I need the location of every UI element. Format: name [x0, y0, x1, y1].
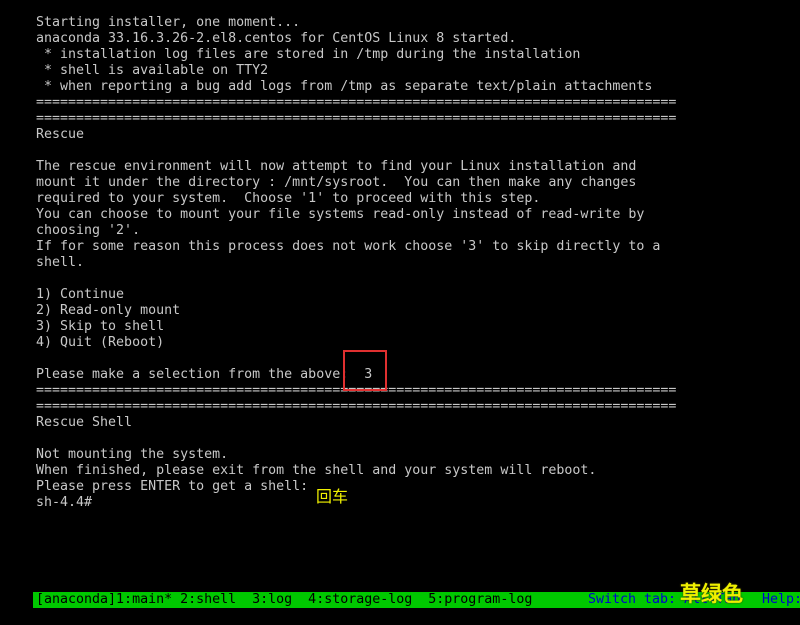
menu-option-quit: 4) Quit (Reboot) — [36, 335, 165, 350]
status-bar-tabs[interactable]: [anaconda]1:main* 2:shell 3:log 4:storag… — [36, 592, 532, 608]
console-line: * installation log files are stored in /… — [36, 47, 581, 62]
shell-prompt[interactable]: sh-4.4# — [36, 495, 676, 511]
separator-line: ========================================… — [36, 95, 677, 110]
enter-prompt[interactable]: Please press ENTER to get a shell: — [36, 479, 676, 495]
console-line: mount it under the directory : /mnt/sysr… — [36, 175, 637, 190]
separator-line: ========================================… — [36, 399, 677, 414]
console-line: Not mounting the system. — [36, 447, 229, 462]
console-output: Starting installer, one moment... anacon… — [36, 15, 676, 511]
console-line: When finished, please exit from the shel… — [36, 463, 597, 478]
section-title-rescue-shell: Rescue Shell — [36, 415, 133, 430]
console-line: * shell is available on TTY2 — [36, 63, 269, 78]
menu-option-skip-shell: 3) Skip to shell — [36, 319, 165, 334]
section-title-rescue: Rescue — [36, 127, 85, 142]
console-line: choosing '2'. — [36, 223, 141, 238]
console-line: shell. — [36, 255, 85, 270]
console-line: anaconda 33.16.3.26-2.el8.centos for Cen… — [36, 31, 517, 46]
console-line: If for some reason this process does not… — [36, 239, 661, 254]
console-line: Starting installer, one moment... — [36, 15, 301, 30]
menu-option-continue: 1) Continue — [36, 287, 125, 302]
color-annotation: 草绿色 — [680, 582, 743, 606]
console-line: You can choose to mount your file system… — [36, 207, 645, 222]
console-line: The rescue environment will now attempt … — [36, 159, 637, 174]
separator-line: ========================================… — [36, 111, 677, 126]
selection-highlight-box — [343, 350, 387, 391]
menu-option-read-only: 2) Read-only mount — [36, 303, 181, 318]
console-line: required to your system. Choose '1' to p… — [36, 191, 541, 206]
console-line: * when reporting a bug add logs from /tm… — [36, 79, 653, 94]
enter-annotation: 回车 — [316, 487, 349, 506]
help-hint: Help: F1 — [762, 592, 800, 607]
